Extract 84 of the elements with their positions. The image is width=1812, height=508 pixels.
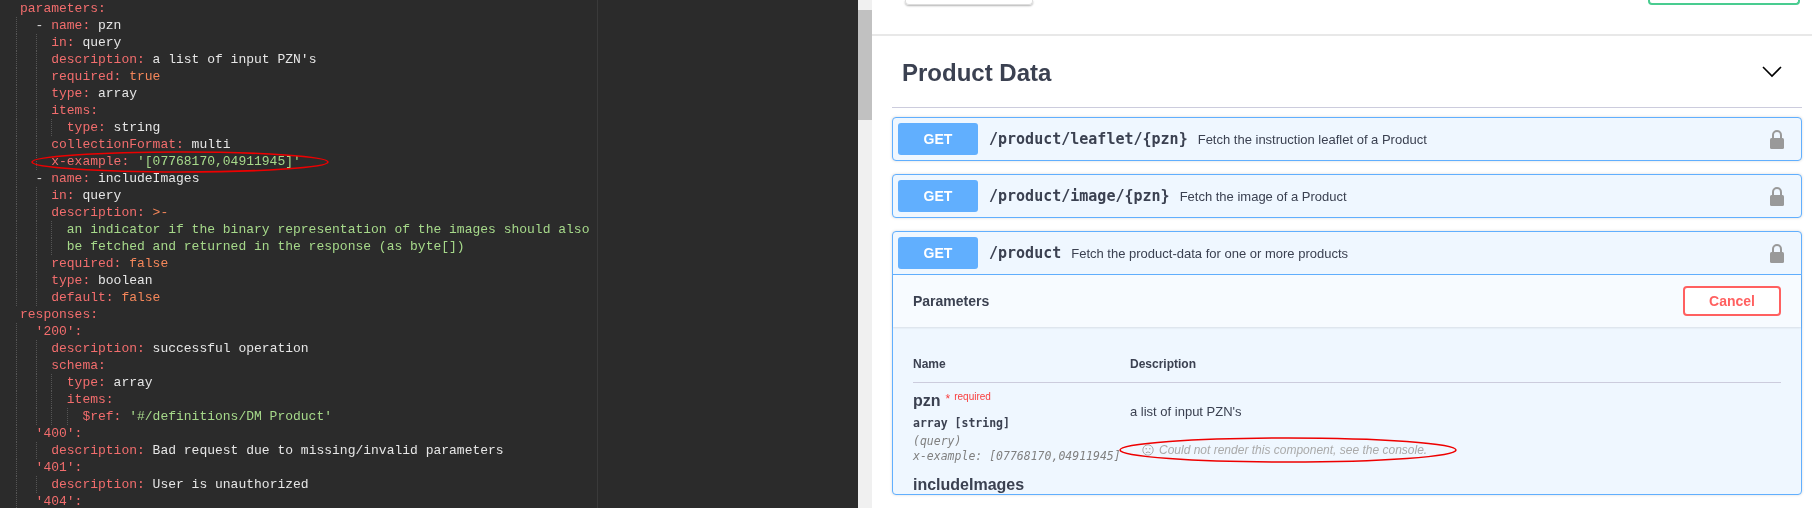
code-token: description: xyxy=(51,340,145,357)
lock-icon[interactable] xyxy=(1770,186,1784,206)
code-editor[interactable] xyxy=(0,0,858,508)
code-token: parameters: xyxy=(20,0,106,17)
code-token: - xyxy=(35,17,45,34)
parameter-example: x-example: [07768170,04911945] xyxy=(913,449,1122,463)
endpoint-summary: Fetch the instruction leaflet of a Product xyxy=(1197,131,1428,147)
code-token: string xyxy=(113,119,161,136)
code-token: items: xyxy=(51,102,98,119)
code-token: '200': xyxy=(35,323,83,340)
code-token: name: xyxy=(51,17,91,34)
code-token: '404': xyxy=(35,493,83,508)
lock-icon[interactable] xyxy=(1770,243,1784,263)
code-token: in: xyxy=(51,187,75,204)
required-asterisk: * xyxy=(945,392,951,406)
code-token: array xyxy=(98,85,137,102)
code-token: description: xyxy=(51,51,145,68)
code-token: required: xyxy=(51,255,122,272)
code-token: required: xyxy=(51,68,122,85)
parameters-heading: Parameters xyxy=(913,293,990,309)
code-token: default: xyxy=(51,289,114,306)
code-token: includeImages xyxy=(98,170,200,187)
operation-row[interactable]: GET /product/leaflet/{pzn} Fetch the instruction leaflet of a Product xyxy=(893,118,1801,160)
code-token: type: xyxy=(66,119,106,136)
required-label: required xyxy=(954,391,991,402)
code-token: schema: xyxy=(51,357,106,374)
endpoint-path: /product/leaflet/{pzn} xyxy=(989,130,1188,148)
code-token: description: xyxy=(51,442,145,459)
code-token: User is unauthorized xyxy=(152,476,309,493)
error-message: Could not render this component, see the console. xyxy=(1159,443,1428,457)
scrollbar-thumb[interactable] xyxy=(858,10,872,120)
code-token: '#/definitions/DM Product' xyxy=(129,408,333,425)
code-token: '400': xyxy=(35,425,83,442)
method-badge: GET xyxy=(898,237,978,269)
code-token: an indicator if the binary representation of the images should also xyxy=(66,221,590,238)
code-token: query xyxy=(82,187,122,204)
endpoint-path: /product/image/{pzn} xyxy=(989,187,1170,205)
code-token: x-example: xyxy=(51,153,130,170)
parameter-name: pzn xyxy=(913,392,941,410)
code-token: Bad request due to missing/invalid parameters xyxy=(152,442,504,459)
parameter-type: array [string] xyxy=(913,416,1011,430)
parameter-name: includeImages xyxy=(913,476,1025,494)
code-token: false xyxy=(129,255,169,272)
code-token: false xyxy=(121,289,161,306)
code-token: pzn xyxy=(98,17,122,34)
code-token: $ref: xyxy=(82,408,122,425)
button[interactable] xyxy=(1648,0,1800,5)
code-token: be fetched and returned in the response (as byte[]) xyxy=(66,238,465,255)
code-token: description: xyxy=(51,476,145,493)
section-title: Product Data xyxy=(902,58,1052,87)
code-token: type: xyxy=(51,85,91,102)
sad-face-icon xyxy=(1142,444,1154,456)
code-token: description: xyxy=(51,204,145,221)
parameter-location: (query) xyxy=(913,434,963,448)
endpoint-path: /product xyxy=(989,244,1062,262)
code-token: name: xyxy=(51,170,91,187)
code-token: '401': xyxy=(35,459,83,476)
column-header: Description xyxy=(1130,357,1196,371)
parameter-description: a list of input PZN's xyxy=(1130,404,1243,419)
endpoint-summary: Fetch the image of a Product xyxy=(1179,188,1348,204)
code-token: '[07768170,04911945]' xyxy=(137,153,301,170)
operation-row[interactable]: GET /product/image/{pzn} Fetch the image of a Product xyxy=(893,175,1801,217)
lock-icon[interactable] xyxy=(1770,129,1784,149)
code-token: >- xyxy=(152,204,169,221)
code-token: type: xyxy=(66,374,106,391)
code-token: query xyxy=(82,34,122,51)
code-token: type: xyxy=(51,272,91,289)
endpoint-summary: Fetch the product-data for one or more products xyxy=(1071,245,1349,261)
method-badge: GET xyxy=(898,180,978,212)
code-token: boolean xyxy=(98,272,153,289)
column-header: Name xyxy=(913,357,947,371)
button[interactable] xyxy=(905,0,1033,5)
code-token: - xyxy=(35,170,45,187)
code-token: successful operation xyxy=(152,340,309,357)
code-token: in: xyxy=(51,34,75,51)
code-token: multi xyxy=(191,136,231,153)
code-token: collectionFormat: xyxy=(51,136,184,153)
chevron-icon[interactable] xyxy=(1762,65,1782,78)
method-badge: GET xyxy=(898,123,978,155)
code-token: items: xyxy=(66,391,114,408)
code-token: responses: xyxy=(20,306,98,323)
code-token: array xyxy=(113,374,153,391)
code-token: true xyxy=(129,68,161,85)
code-token: a list of input PZN's xyxy=(152,51,317,68)
